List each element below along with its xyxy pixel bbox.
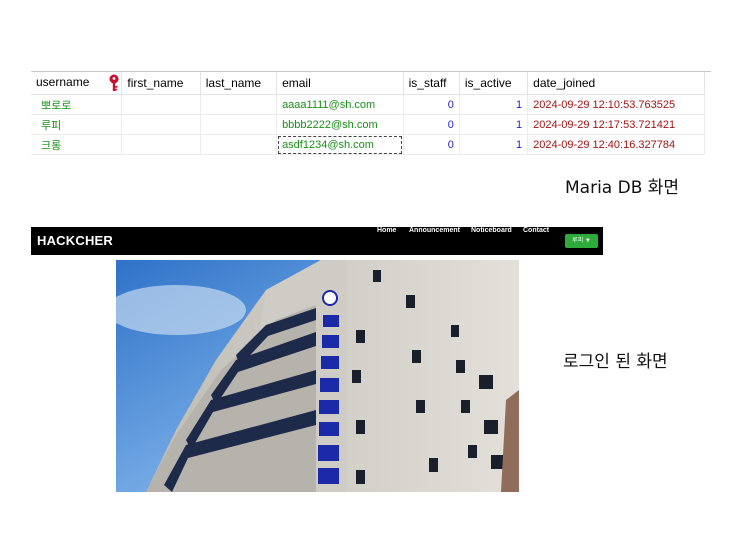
column-header-is-staff[interactable]: is_staff (403, 72, 460, 95)
cell-is-staff[interactable]: 0 (403, 94, 460, 115)
cell-first-name[interactable] (121, 114, 201, 135)
column-header-is-active[interactable]: is_active (459, 72, 529, 95)
nav-link-announcement[interactable]: Announcement (409, 227, 460, 234)
column-header-username[interactable]: username (31, 72, 123, 95)
caption-db-screen: Maria DB 화면 (565, 178, 680, 198)
cell-date-joined[interactable]: 2024-09-29 12:17:53.721421 (527, 114, 705, 135)
nav-link-home[interactable]: Home (377, 227, 396, 234)
db-result-grid: username first_name last_name email is_s… (31, 71, 711, 155)
column-header-email[interactable]: email (276, 72, 404, 95)
cell-email[interactable]: aaaa1111@sh.com (276, 94, 404, 115)
cell-first-name[interactable] (121, 134, 201, 155)
site-navbar: HACKCHER Home Announcement Noticeboard C… (31, 227, 603, 255)
cell-username[interactable]: 뽀로로 (31, 94, 123, 115)
column-header-label: username (36, 75, 90, 90)
table-row[interactable]: 크롱 asdf1234@sh.com 0 1 2024-09-29 12:40:… (31, 134, 705, 155)
nav-link-contact[interactable]: Contact (523, 227, 549, 234)
users-table: username first_name last_name email is_s… (31, 72, 705, 155)
cell-is-active[interactable]: 1 (459, 114, 529, 135)
cell-username[interactable]: 크롱 (31, 134, 123, 155)
cell-first-name[interactable] (121, 94, 201, 115)
table-row[interactable]: 뽀로로 aaaa1111@sh.com 0 1 2024-09-29 12:10… (31, 94, 705, 115)
table-header-row: username first_name last_name email is_s… (31, 72, 705, 95)
site-brand-logo[interactable]: HACKCHER (37, 233, 113, 248)
primary-key-icon (107, 74, 121, 92)
cell-last-name[interactable] (200, 94, 278, 115)
column-header-last-name[interactable]: last_name (200, 72, 278, 95)
column-header-date-joined[interactable]: date_joined (527, 72, 705, 95)
cell-last-name[interactable] (200, 134, 278, 155)
user-dropdown-button[interactable]: 루피 ▼ (565, 234, 598, 248)
caption-login-screen: 로그인 된 화면 (563, 352, 668, 372)
column-header-first-name[interactable]: first_name (121, 72, 201, 95)
hero-building-image (116, 260, 519, 492)
cell-is-active[interactable]: 1 (459, 134, 529, 155)
cell-username[interactable]: 루피 (31, 114, 123, 135)
cell-last-name[interactable] (200, 114, 278, 135)
cell-is-staff[interactable]: 0 (403, 114, 460, 135)
cell-date-joined[interactable]: 2024-09-29 12:10:53.763525 (527, 94, 705, 115)
table-row[interactable]: 루피 bbbb2222@sh.com 0 1 2024-09-29 12:17:… (31, 114, 705, 135)
cell-is-active[interactable]: 1 (459, 94, 529, 115)
cell-date-joined[interactable]: 2024-09-29 12:40:16.327784 (527, 134, 705, 155)
cell-is-staff[interactable]: 0 (403, 134, 460, 155)
cell-email[interactable]: bbbb2222@sh.com (276, 114, 404, 135)
cell-email-selected[interactable]: asdf1234@sh.com (276, 134, 404, 155)
nav-link-noticeboard[interactable]: Noticeboard (471, 227, 512, 234)
